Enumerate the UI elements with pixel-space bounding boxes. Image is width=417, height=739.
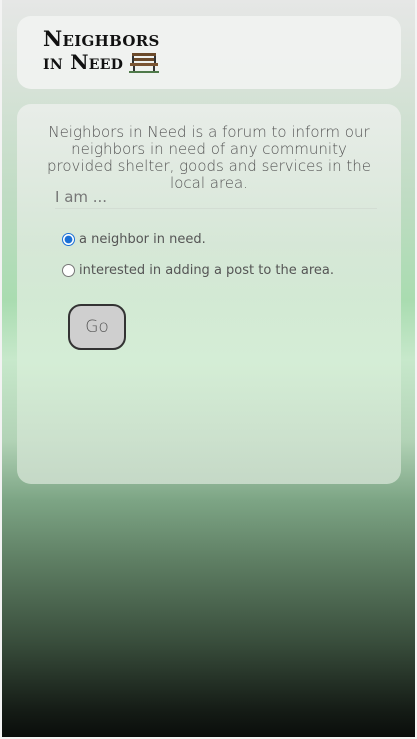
option-add-post-label: interested in adding a post to the area. [79, 263, 335, 278]
go-button[interactable]: Go [68, 304, 126, 350]
intro-text: Neighbors in Need is a forum to inform o… [47, 123, 371, 192]
site-logo[interactable]: Neighbors in Need [43, 28, 160, 73]
option-add-post[interactable]: interested in adding a post to the area. [62, 263, 334, 278]
option-neighbor-in-need[interactable]: a neighbor in need. [62, 232, 206, 247]
radio-neighbor-in-need[interactable] [62, 233, 75, 246]
intro-card: Neighbors in Need is a forum to inform o… [17, 104, 401, 484]
bench-icon [129, 51, 160, 73]
radio-add-post[interactable] [62, 264, 75, 277]
role-label: I am ... [55, 188, 377, 209]
page-background: Neighbors in Need Neighbors in Need is a… [2, 0, 415, 737]
option-neighbor-in-need-label: a neighbor in need. [79, 232, 206, 247]
logo-text-line2: in Need [43, 50, 124, 74]
header-card: Neighbors in Need [17, 16, 401, 89]
logo-text-line1: Neighbors [43, 26, 160, 51]
